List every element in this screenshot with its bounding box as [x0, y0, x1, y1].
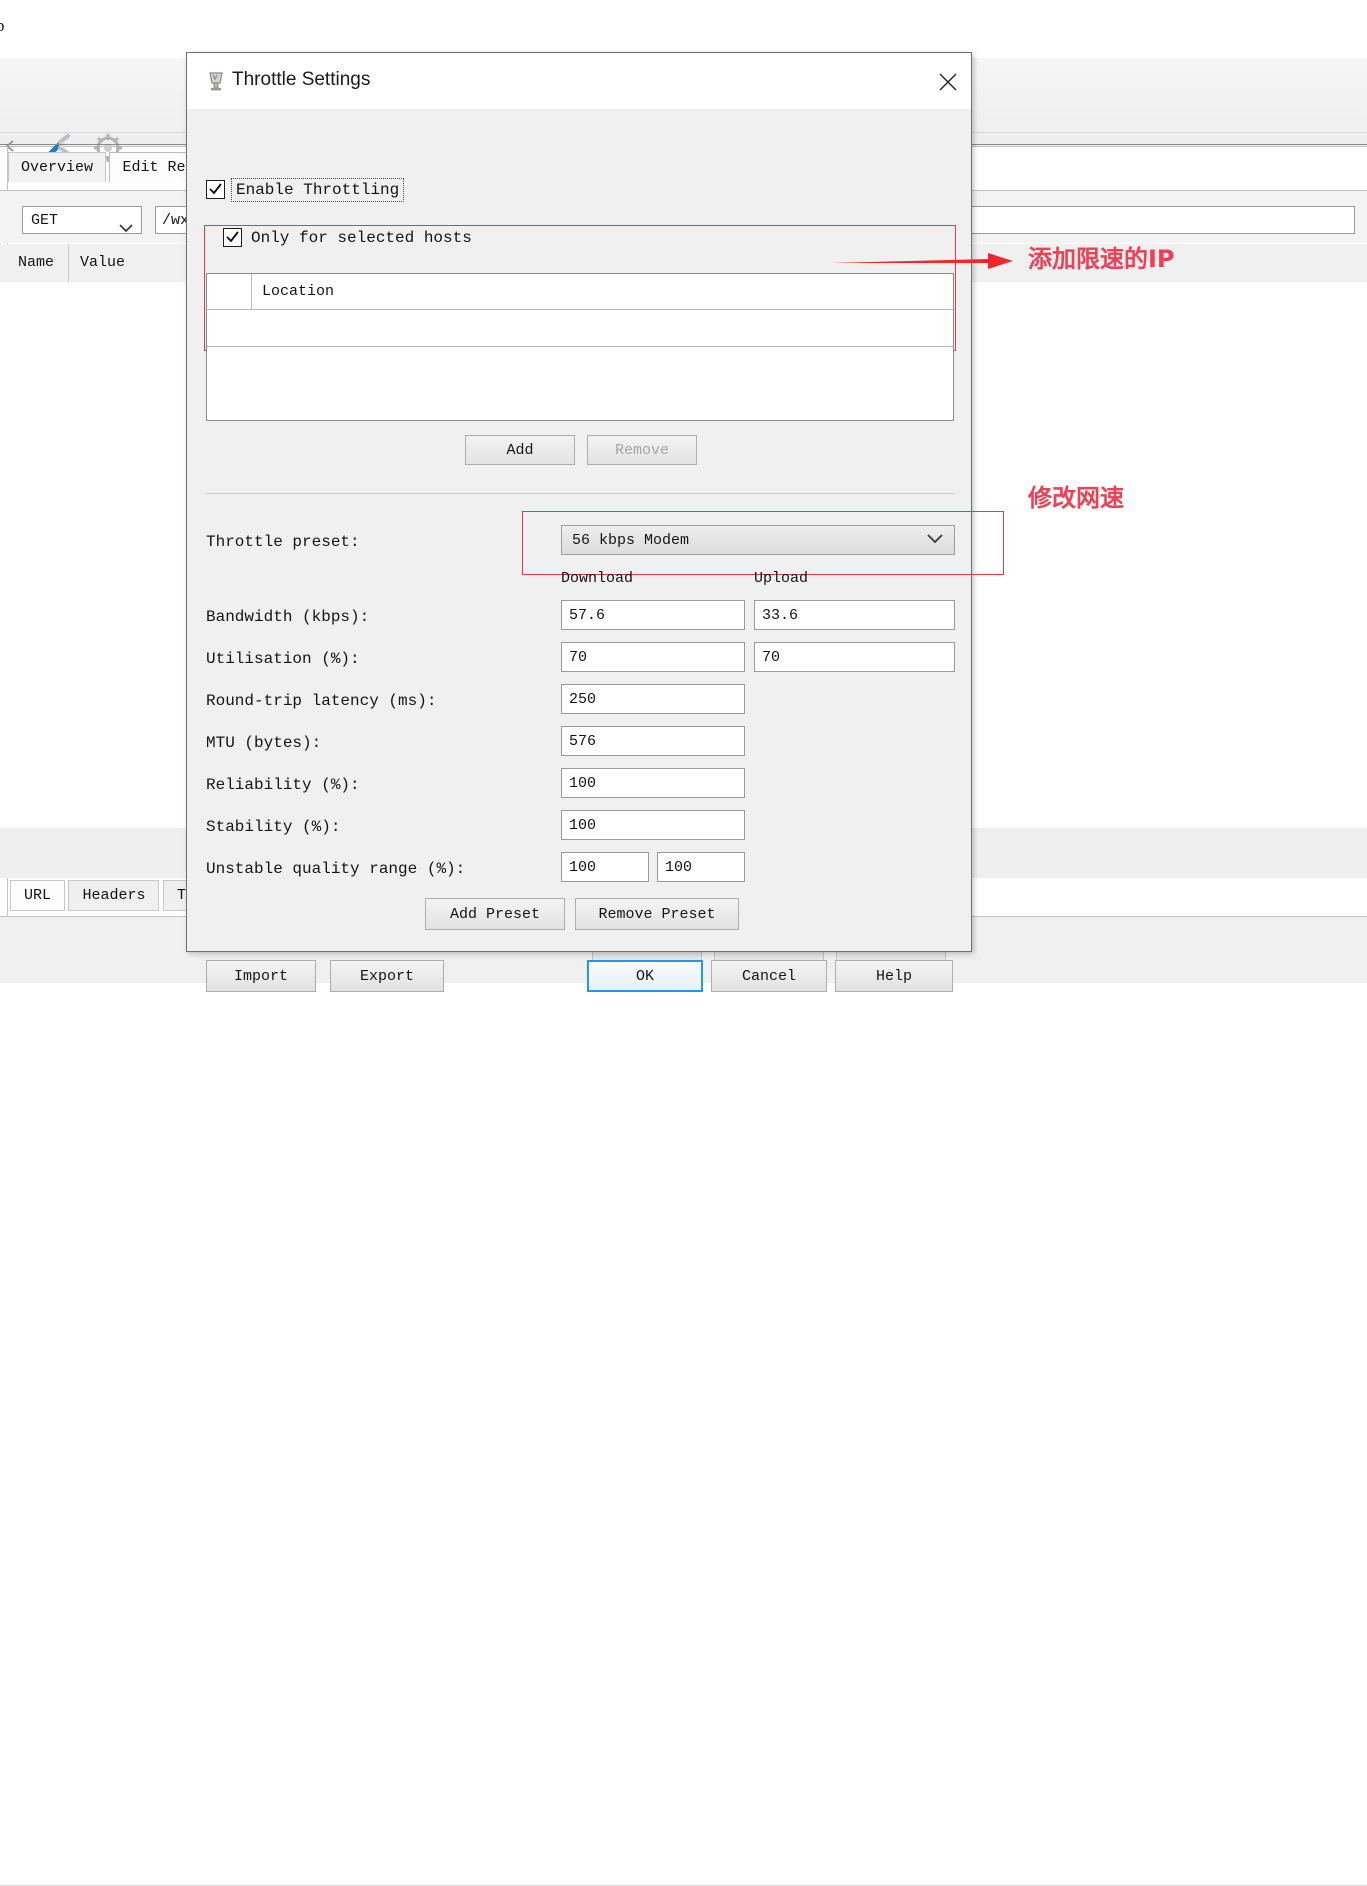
tab-url[interactable]: URL [10, 880, 66, 911]
tab-headers[interactable]: Headers [68, 880, 160, 911]
stability-label: Stability (%): [206, 818, 341, 836]
enable-throttling-label: Enable Throttling [230, 177, 405, 202]
hosts-table-header: Location [207, 274, 953, 310]
throttle-icon [206, 70, 226, 92]
menu-bar: p [0, 0, 1367, 58]
import-button[interactable]: Import [206, 960, 316, 992]
cancel-button[interactable]: Cancel [711, 960, 827, 992]
utilisation-download-input[interactable]: 70 [561, 642, 745, 672]
unstable-quality-max-input[interactable]: 100 [657, 852, 745, 882]
utilisation-label: Utilisation (%): [206, 650, 360, 668]
enable-throttling-row[interactable]: Enable Throttling [206, 177, 405, 202]
tab-overview[interactable]: Overview [8, 152, 107, 182]
request-tabstrip: Overview Edit Requ [8, 152, 217, 184]
hosts-table[interactable]: Location [206, 273, 954, 421]
stability-input[interactable]: 100 [561, 810, 745, 840]
dialog-body: Enable Throttling Only for selected host… [187, 109, 1004, 992]
remove-preset-button[interactable]: Remove Preset [575, 898, 739, 930]
column-header-download: Download [561, 570, 634, 587]
utilisation-upload-input[interactable]: 70 [754, 642, 955, 672]
mtu-label: MTU (bytes): [206, 734, 322, 752]
throttle-settings-dialog: Throttle Settings Enable Throttling Only… [186, 52, 1004, 992]
unstable-quality-min-input[interactable]: 100 [561, 852, 649, 882]
annotation-label-modify-speed: 修改网速 [1028, 484, 1124, 512]
dialog-title: Throttle Settings [232, 69, 371, 90]
round-trip-latency-input[interactable]: 250 [561, 684, 745, 714]
only-selected-hosts-row[interactable]: Only for selected hosts [223, 228, 472, 247]
unstable-quality-range-label: Unstable quality range (%): [206, 860, 466, 878]
reliability-input[interactable]: 100 [561, 768, 745, 798]
bandwidth-download-input[interactable]: 57.6 [561, 600, 745, 630]
bandwidth-upload-input[interactable]: 33.6 [754, 600, 955, 630]
round-trip-latency-label: Round-trip latency (ms): [206, 692, 437, 710]
column-header-value: Value [80, 254, 126, 271]
reliability-label: Reliability (%): [206, 776, 360, 794]
ok-button[interactable]: OK [587, 960, 703, 992]
export-button[interactable]: Export [330, 960, 444, 992]
throttle-preset-select[interactable]: 56 kbps Modem [561, 525, 955, 555]
help-button[interactable]: Help [835, 960, 953, 992]
enable-throttling-checkbox[interactable] [206, 180, 225, 199]
column-header-name: Name [18, 254, 55, 271]
mtu-input[interactable]: 576 [561, 726, 745, 756]
http-method-value: GET [31, 212, 59, 229]
only-selected-hosts-label: Only for selected hosts [251, 228, 472, 247]
http-method-select[interactable]: GET [22, 206, 142, 234]
close-icon[interactable] [925, 53, 971, 107]
annotation-arrow-hosts [830, 250, 1015, 277]
add-host-button[interactable]: Add [465, 435, 575, 465]
only-selected-hosts-checkbox[interactable] [223, 228, 242, 247]
section-divider [206, 493, 954, 494]
annotation-label-add-ip: 添加限速的IP [1028, 245, 1175, 273]
dialog-titlebar: Throttle Settings [187, 53, 971, 109]
chevron-down-icon [927, 531, 943, 549]
remove-host-button: Remove [587, 435, 697, 465]
throttle-preset-value: 56 kbps Modem [572, 531, 690, 549]
add-preset-button[interactable]: Add Preset [425, 898, 565, 930]
hosts-column-location: Location [262, 283, 335, 300]
chevron-down-icon [119, 216, 133, 244]
throttle-preset-label: Throttle preset: [206, 533, 360, 551]
menu-item-truncated[interactable]: p [0, 16, 5, 36]
column-header-upload: Upload [754, 570, 809, 587]
bandwidth-label: Bandwidth (kbps): [206, 608, 370, 626]
